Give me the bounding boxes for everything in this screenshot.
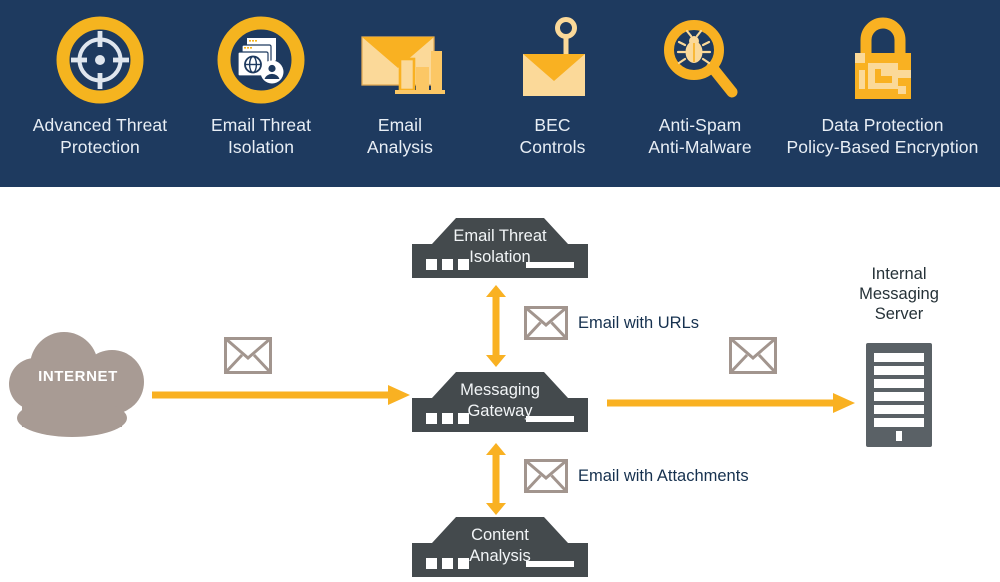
feature-label-line1: BEC (534, 115, 571, 135)
appliance-label-line1: Messaging (460, 381, 540, 399)
features-header-band: Advanced Threat Protection Email Threat … (0, 0, 1000, 187)
appliance-label: Content Analysis (412, 525, 588, 567)
appliance-label-line1: Email Threat (453, 227, 547, 245)
feature-label-line1: Advanced Threat (32, 115, 168, 135)
phishing-hook-envelope-icon (475, 14, 630, 106)
feature-label-line2: Isolation (227, 137, 295, 157)
envelope-icon-inbound (224, 337, 272, 379)
feature-label: Anti-Spam Anti-Malware (620, 114, 780, 158)
appliance-label: Messaging Gateway (412, 380, 588, 422)
internet-cloud-label: INTERNET (38, 368, 118, 385)
arrow-isolation-gateway-bidirectional (483, 285, 509, 372)
feature-label-line1: Data Protection (821, 115, 944, 135)
envelope-icon-urls (524, 306, 568, 345)
flow-label-email-with-attachments: Email with Attachments (578, 467, 749, 485)
appliance-messaging-gateway[interactable]: Messaging Gateway (412, 372, 588, 432)
internal-server-label: Internal Messaging Server (826, 264, 972, 324)
appliance-content-analysis[interactable]: Content Analysis (412, 517, 588, 577)
feature-label-line2: Policy-Based Encryption (786, 137, 979, 157)
appliance-label: Email Threat Isolation (412, 226, 588, 268)
feature-label-line2: Protection (60, 137, 140, 157)
envelope-icon-attachments (524, 459, 568, 498)
appliance-label-line1: Content (471, 526, 529, 544)
envelope-bar-chart-icon (320, 14, 480, 106)
appliance-label-line2: Analysis (469, 547, 531, 565)
feature-data-protection[interactable]: Data Protection Policy-Based Encryption (770, 0, 995, 187)
appliance-label-line2: Gateway (467, 402, 533, 420)
magnifier-bug-icon (620, 14, 780, 106)
internal-messaging-server-icon[interactable] (866, 343, 932, 452)
appliance-email-threat-isolation[interactable]: Email Threat Isolation (412, 218, 588, 278)
infographic-page: Advanced Threat Protection Email Threat … (0, 0, 1000, 582)
feature-label-line1: Email (377, 115, 423, 135)
feature-bec-controls[interactable]: BEC Controls (475, 0, 630, 187)
server-label-line1: Internal (871, 265, 927, 283)
padlock-circuit-icon (770, 14, 995, 106)
internet-cloud: INTERNET (2, 332, 154, 437)
appliance-label-line2: Isolation (469, 248, 531, 266)
server-label-line3: Server (874, 305, 924, 323)
feature-label: Advanced Threat Protection (10, 114, 190, 158)
feature-label: BEC Controls (475, 114, 630, 158)
server-label-line2: Messaging (859, 285, 939, 303)
crosshair-target-icon (10, 14, 190, 106)
flow-label-email-with-urls: Email with URLs (578, 314, 700, 332)
arrow-gateway-to-server (607, 390, 857, 421)
feature-advanced-threat-protection[interactable]: Advanced Threat Protection (10, 0, 190, 187)
feature-label: Email Analysis (320, 114, 480, 158)
feature-label-line2: Controls (519, 137, 586, 157)
email-flow-diagram: INTERNET Email Threat Isolation Email wi… (0, 187, 1000, 582)
feature-email-analysis[interactable]: Email Analysis (320, 0, 480, 187)
feature-label-line2: Anti-Malware (648, 137, 752, 157)
arrow-gateway-content-bidirectional (483, 443, 509, 520)
arrow-internet-to-gateway (152, 382, 412, 413)
feature-label-line2: Analysis (367, 137, 433, 157)
feature-label-line1: Email Threat (210, 115, 312, 135)
feature-anti-spam-anti-malware[interactable]: Anti-Spam Anti-Malware (620, 0, 780, 187)
feature-label-line1: Anti-Spam (658, 115, 742, 135)
envelope-icon-outbound (729, 337, 777, 379)
feature-label: Data Protection Policy-Based Encryption (770, 114, 995, 158)
